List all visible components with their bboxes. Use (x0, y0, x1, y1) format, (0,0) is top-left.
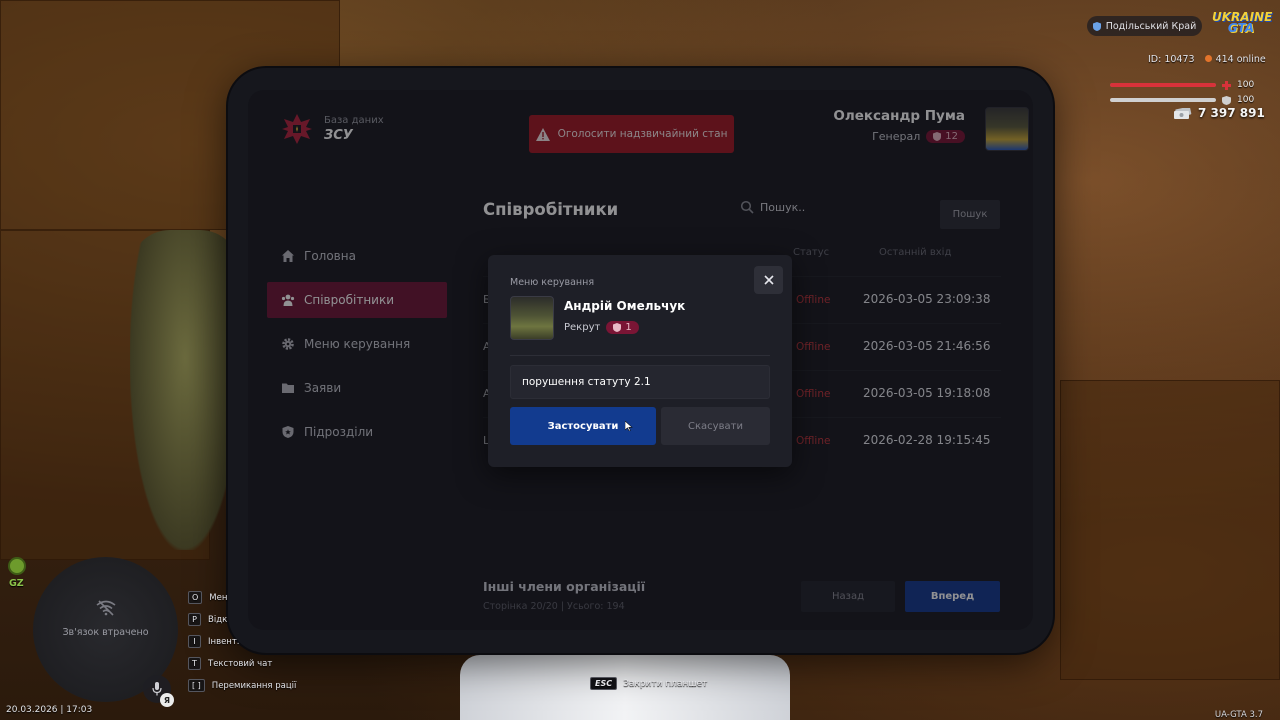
health-fill (1110, 83, 1216, 87)
player-id: ID: 10473 (1148, 54, 1195, 65)
hotkey-label: Інвент. (208, 636, 240, 647)
employee-name: Андрій Омельчук (564, 299, 686, 313)
health-track (1110, 83, 1216, 87)
hotkey-label: Мен (209, 592, 228, 603)
close-icon (763, 275, 774, 285)
mic-key-badge: Я (160, 693, 174, 707)
rank-level: 1 (625, 322, 632, 333)
reason-input[interactable] (510, 365, 770, 399)
health-cross-icon (1222, 80, 1231, 90)
background-desk (1060, 380, 1280, 680)
employee-avatar (510, 296, 554, 340)
no-signal-icon (96, 600, 116, 616)
health-bar: 100 (1110, 80, 1254, 90)
esc-key-cap: ESC (590, 677, 618, 690)
employee-rank: Рекрут (564, 322, 601, 333)
online-count: 414 online (1215, 54, 1266, 65)
divider (510, 355, 770, 356)
hotkey-item: T Текстовий чат (188, 654, 296, 673)
version-label: UA-GTA 3.7 (1214, 710, 1263, 720)
armor-fill (1110, 98, 1216, 102)
player-info: ID: 10473 414 online (1148, 54, 1266, 65)
key-cap: P (188, 613, 201, 626)
armor-bar: 100 (1110, 95, 1254, 105)
close-tablet-hint: ESC Закрити планшет (590, 677, 707, 690)
online-dot-icon (1204, 55, 1212, 62)
armor-value: 100 (1237, 95, 1255, 105)
key-cap: T (188, 657, 201, 670)
tablet-screen: База даних ЗСУ Оголосити надзвичайний ст… (248, 90, 1033, 630)
microphone-icon (152, 682, 162, 696)
key-cap: [ ] (188, 679, 205, 692)
modal-title: Меню керування (510, 277, 595, 288)
green-zone-label: GZ (9, 578, 24, 589)
health-value: 100 (1237, 80, 1255, 90)
cancel-button[interactable]: Скасувати (661, 407, 770, 445)
mouse-cursor-icon (625, 421, 633, 431)
key-cap: I (188, 635, 201, 648)
server-logo: UKRAINE GTA (1212, 10, 1272, 40)
hotkey-item: O Мен (188, 588, 296, 607)
money-icon (1174, 107, 1192, 119)
hotkey-item: [ ] Перемикання рації (188, 676, 296, 695)
hotkey-label: Текстовий чат (208, 658, 273, 669)
green-zone-icon (8, 557, 26, 575)
close-button[interactable] (754, 266, 783, 294)
hotkey-item: I Інвент. (188, 632, 296, 651)
connection-lost-text: Зв'язок втрачено (62, 627, 149, 638)
hotkey-item: P Відк (188, 610, 296, 629)
date-time: 20.03.2026 | 17:03 (6, 705, 93, 715)
rank-badge: 1 (606, 321, 639, 334)
region-shield-icon (1092, 21, 1101, 31)
employee-rank-row: Рекрут 1 (564, 321, 639, 334)
armor-track (1110, 98, 1216, 102)
hotkey-list: O Мен P Відк I Інвент. T Текстовий чат [ ] Пе… (188, 588, 296, 698)
control-menu-modal: Меню керування Андрій Омельчук Рекрут 1 … (488, 255, 792, 467)
money-amount: 7 397 891 (1198, 106, 1265, 120)
region-name: Подільський Край (1105, 20, 1197, 32)
region-indicator: Подільський Край (1087, 16, 1202, 36)
key-cap: O (188, 591, 203, 604)
money-display: 7 397 891 (1174, 106, 1265, 120)
apply-button[interactable]: Застосувати (510, 407, 656, 445)
armor-shield-icon (1222, 95, 1231, 105)
hotkey-label: Відк (208, 614, 228, 625)
rank-shield-icon (613, 323, 622, 332)
background-soldier (130, 230, 240, 550)
close-tablet-label: Закрити планшет (623, 678, 708, 689)
hotkey-label: Перемикання рації (211, 680, 297, 691)
tablet: База даних ЗСУ Оголосити надзвичайний ст… (228, 68, 1053, 653)
online-count-wrap: 414 online (1204, 54, 1266, 65)
